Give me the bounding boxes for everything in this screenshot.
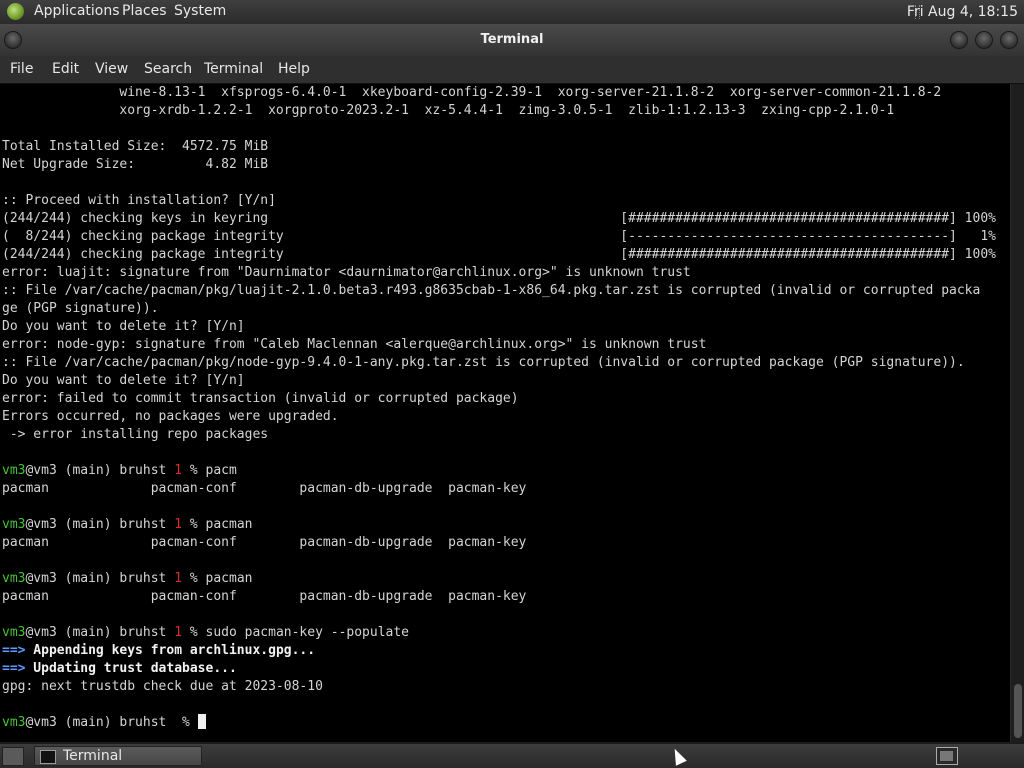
menu-view[interactable]: View	[95, 61, 128, 77]
terminal-scrollbar[interactable]	[1010, 84, 1024, 742]
prompt-path: @vm3 (main) bruhst	[25, 715, 175, 730]
system-menu[interactable]: System	[174, 3, 226, 19]
text-cursor	[197, 714, 206, 729]
menu-file[interactable]: File	[10, 61, 33, 77]
prompt-path: @vm3 (main) bruhst	[25, 571, 175, 586]
active-prompt-line[interactable]: vm3@vm3 (main) bruhst %	[2, 714, 1010, 732]
menu-edit[interactable]: Edit	[52, 61, 79, 77]
menu-terminal[interactable]: Terminal	[204, 61, 263, 77]
prompt-host: vm3	[2, 517, 26, 532]
window-title-bar[interactable]: Terminal	[0, 24, 1024, 56]
scrollbar-thumb[interactable]	[1014, 684, 1022, 738]
terminal-line: :: Proceed with installation? [Y/n]	[2, 193, 276, 208]
output-text: Appending keys from archlinux.gpg...	[25, 643, 316, 658]
prompt-separator: %	[182, 517, 206, 532]
show-desktop-icon[interactable]	[2, 747, 24, 766]
terminal-line: Total Installed Size: 4572.75 MiB	[2, 139, 269, 154]
output-text: Updating trust database...	[25, 661, 237, 676]
terminal-line: error: node-gyp: signature from "Caleb M…	[2, 337, 707, 352]
prompt-command: sudo pacman-key --populate	[205, 625, 410, 640]
terminal-line: xorg-xrdb-1.2.2-1 xorgproto-2023.2-1 xz-…	[2, 103, 895, 118]
menu-bar: File Edit View Search Terminal Help	[0, 56, 1024, 84]
terminal-icon	[40, 750, 56, 764]
prompt-separator: %	[182, 463, 206, 478]
completion-line: pacman pacman-conf pacman-db-upgrade pac…	[2, 535, 527, 550]
gpg-line: gpg: next trustdb check due at 2023-08-1…	[2, 679, 323, 694]
terminal-line: (244/244) checking package integrity [##…	[2, 247, 996, 262]
terminal-line: Do you want to delete it? [Y/n]	[2, 319, 245, 334]
completion-line: pacman pacman-conf pacman-db-upgrade pac…	[2, 589, 527, 604]
minimize-button[interactable]	[950, 31, 968, 49]
prompt-command: pacman	[205, 571, 253, 586]
taskbar-item-label: Terminal	[63, 748, 123, 764]
prompt-path: @vm3 (main) bruhst	[25, 625, 175, 640]
prompt-path: @vm3 (main) bruhst	[25, 463, 175, 478]
places-menu[interactable]: Places	[122, 3, 167, 19]
window-title: Terminal	[480, 32, 544, 47]
prompt-line: vm3@vm3 (main) bruhst 1 % pacman	[2, 570, 1010, 588]
menu-search[interactable]: Search	[144, 61, 192, 77]
taskbar-item-terminal[interactable]: Terminal	[34, 746, 202, 766]
prompt-host: vm3	[2, 463, 26, 478]
distro-logo-icon[interactable]	[7, 3, 24, 20]
clock[interactable]: Fri Aug 4, 18:15	[907, 4, 1018, 20]
prompt-line: vm3@vm3 (main) bruhst 1 % pacman	[2, 516, 1010, 534]
maximize-button[interactable]	[975, 31, 993, 49]
prompt-line: vm3@vm3 (main) bruhst 1 % sudo pacman-ke…	[2, 624, 1010, 642]
pacman-key-output: ==> Updating trust database...	[2, 660, 1010, 678]
applications-menu[interactable]: Applications	[34, 3, 120, 19]
terminal-line: wine-8.13-1 xfsprogs-6.4.0-1 xkeyboard-c…	[2, 85, 942, 100]
prompt-command: pacm	[205, 463, 237, 478]
prompt-host: vm3	[2, 625, 26, 640]
terminal-line: Do you want to delete it? [Y/n]	[2, 373, 245, 388]
terminal-line: ( 8/244) checking package integrity [---…	[2, 229, 996, 244]
terminal-line: ge (PGP signature)).	[2, 301, 159, 316]
prompt-command: pacman	[205, 517, 253, 532]
bottom-panel: Terminal	[0, 744, 1024, 768]
prompt-separator: %	[182, 571, 206, 586]
terminal-line: Net Upgrade Size: 4.82 MiB	[2, 157, 269, 172]
terminal-line: (244/244) checking keys in keyring [####…	[2, 211, 996, 226]
terminal-line: :: File /var/cache/pacman/pkg/node-gyp-9…	[2, 355, 965, 370]
prompt-path: @vm3 (main) bruhst	[25, 517, 175, 532]
prompt-exit-code: 1	[174, 625, 183, 640]
terminal-line: :: File /var/cache/pacman/pkg/luajit-2.1…	[2, 283, 981, 298]
terminal-line: Errors occurred, no packages were upgrad…	[2, 409, 339, 424]
prompt-separator: %	[182, 625, 206, 640]
prompt-exit-code: 1	[174, 517, 183, 532]
prompt-line: vm3@vm3 (main) bruhst 1 % pacm	[2, 462, 1010, 480]
completion-line: pacman pacman-conf pacman-db-upgrade pac…	[2, 481, 527, 496]
menu-help[interactable]: Help	[278, 61, 310, 77]
prompt-host: vm3	[2, 571, 26, 586]
pacman-key-output: ==> Appending keys from archlinux.gpg...	[2, 642, 1010, 660]
arrow-marker: ==>	[2, 643, 26, 658]
prompt-exit-code: 1	[174, 463, 183, 478]
prompt-separator: %	[174, 715, 198, 730]
terminal-output[interactable]: wine-8.13-1 xfsprogs-6.4.0-1 xkeyboard-c…	[0, 84, 1010, 742]
top-panel: Applications Places System Fri Aug 4, 18…	[0, 0, 1024, 24]
terminal-line: error: failed to commit transaction (inv…	[2, 391, 519, 406]
workspace-switcher[interactable]	[936, 747, 958, 765]
workspace-window-icon	[940, 751, 953, 761]
terminal-line: error: luajit: signature from "Daurnimat…	[2, 265, 691, 280]
terminal-line: -> error installing repo packages	[2, 427, 269, 442]
prompt-exit-code: 1	[174, 571, 183, 586]
arrow-marker: ==>	[2, 661, 26, 676]
prompt-host: vm3	[2, 715, 26, 730]
close-button[interactable]	[1000, 31, 1018, 49]
